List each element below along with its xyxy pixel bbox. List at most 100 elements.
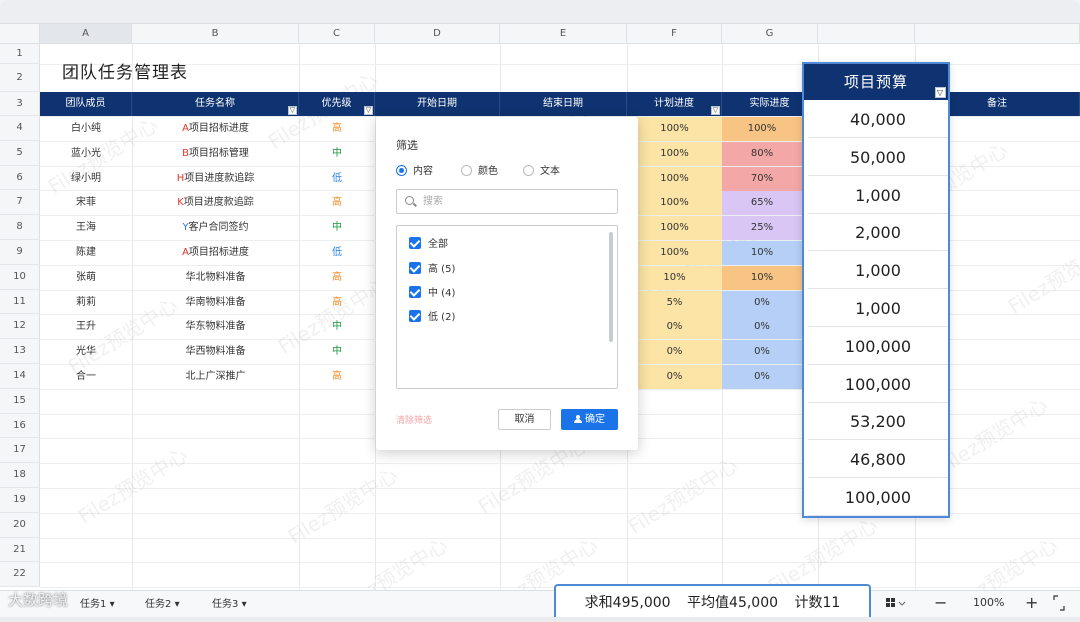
budget-cell[interactable]: 53,200 [808, 404, 948, 441]
cell-member[interactable]: 王海 [40, 216, 132, 240]
row-header[interactable]: 11 [0, 289, 40, 315]
col-header-d[interactable]: D [375, 24, 500, 44]
row-header[interactable]: 20 [0, 512, 40, 538]
row-header[interactable]: 17 [0, 438, 40, 464]
budget-cell[interactable]: 1,000 [808, 291, 948, 327]
row-header[interactable]: 2 [0, 64, 40, 92]
sheet-tab-2[interactable]: 任务2 ▾ [145, 596, 180, 614]
cell-priority[interactable]: 中 [299, 315, 375, 339]
filter-option-high[interactable]: 高 (5) [409, 262, 455, 276]
row-header[interactable]: 13 [0, 339, 40, 364]
cell-priority[interactable]: 低 [299, 167, 375, 191]
cell-priority[interactable]: 中 [299, 340, 375, 364]
cell-plan-progress[interactable]: 100% [627, 166, 722, 191]
sheet-tab-3[interactable]: 任务3 ▾ [212, 596, 247, 614]
filter-dropdown-icon[interactable]: ▽ [364, 106, 373, 115]
row-header[interactable]: 22 [0, 562, 40, 588]
select-all-corner[interactable] [0, 24, 40, 44]
cell-priority[interactable]: 低 [299, 241, 375, 265]
cell-plan-progress[interactable]: 0% [627, 340, 722, 365]
zoom-level[interactable]: 100% [973, 592, 1004, 614]
zoom-out-button[interactable]: − [934, 592, 947, 614]
cell-plan-progress[interactable]: 100% [627, 141, 722, 166]
cell-plan-progress[interactable]: 100% [627, 191, 722, 216]
cell-member[interactable]: 白小纯 [40, 117, 132, 141]
filter-option-all[interactable]: 全部 [409, 237, 448, 251]
cell-plan-progress[interactable]: 5% [627, 290, 722, 315]
cell-task[interactable]: A项目招标进度 [132, 117, 299, 141]
cell-member[interactable]: 王升 [40, 315, 132, 339]
cell-member[interactable]: 陈建 [40, 241, 132, 265]
cell-actual-progress[interactable]: 0% [722, 340, 802, 365]
col-header-c[interactable]: C [299, 24, 375, 44]
cell-task[interactable]: 华北物料准备 [132, 266, 299, 290]
cell-actual-progress[interactable]: 0% [722, 365, 802, 389]
clear-filter-link[interactable]: 清除筛选 [396, 413, 432, 426]
zoom-in-button[interactable]: + [1025, 592, 1038, 614]
row-header[interactable]: 6 [0, 165, 40, 191]
cell-priority[interactable]: 高 [299, 266, 375, 290]
cell-member[interactable]: 张萌 [40, 266, 132, 290]
cell-task[interactable]: K项目进度款追踪 [132, 191, 299, 215]
cell-actual-progress[interactable]: 65% [722, 191, 802, 216]
cell-actual-progress[interactable]: 0% [722, 315, 802, 340]
row-header[interactable]: 8 [0, 215, 40, 240]
cell-plan-progress[interactable]: 10% [627, 265, 722, 290]
row-header[interactable]: 14 [0, 364, 40, 389]
row-header[interactable]: 7 [0, 190, 40, 216]
sheet-tab-1[interactable]: 任务1 ▾ [80, 596, 115, 614]
cell-actual-progress[interactable]: 10% [722, 241, 802, 265]
cell-plan-progress[interactable]: 0% [627, 365, 722, 389]
cell-plan-progress[interactable]: 100% [627, 241, 722, 265]
view-mode-icon[interactable] [884, 592, 906, 622]
row-header[interactable]: 16 [0, 413, 40, 439]
filter-search-input[interactable]: 搜索 [396, 189, 618, 214]
cell-actual-progress[interactable]: 80% [722, 141, 802, 166]
budget-cell[interactable]: 100,000 [808, 480, 948, 516]
filter-option-low[interactable]: 低 (2) [409, 310, 455, 324]
budget-cell[interactable]: 40,000 [808, 102, 948, 138]
col-header-i[interactable] [915, 24, 1080, 44]
filter-dropdown-icon[interactable]: ▽ [711, 106, 720, 115]
cell-priority[interactable]: 高 [299, 291, 375, 315]
budget-cell[interactable]: 100,000 [808, 366, 948, 403]
row-header[interactable]: 18 [0, 463, 40, 488]
row-header[interactable]: 5 [0, 140, 40, 166]
cell-actual-progress[interactable]: 10% [722, 265, 802, 290]
budget-cell[interactable]: 1,000 [808, 177, 948, 214]
cell-actual-progress[interactable]: 0% [722, 290, 802, 315]
cell-member[interactable]: 光华 [40, 340, 132, 364]
cell-actual-progress[interactable]: 70% [722, 166, 802, 191]
col-header-f[interactable]: F [627, 24, 722, 44]
cell-priority[interactable]: 高 [299, 117, 375, 141]
cell-actual-progress[interactable]: 25% [722, 216, 802, 241]
budget-cell[interactable]: 100,000 [808, 328, 948, 365]
budget-cell[interactable]: 46,800 [808, 442, 948, 479]
row-header[interactable]: 12 [0, 314, 40, 340]
cell-priority[interactable]: 中 [299, 142, 375, 166]
radio-content[interactable]: 内容 [396, 165, 433, 179]
budget-cell[interactable]: 50,000 [808, 139, 948, 176]
cell-task[interactable]: H项目进度款追踪 [132, 167, 299, 191]
row-header[interactable]: 4 [0, 116, 40, 141]
filter-option-mid[interactable]: 中 (4) [409, 286, 455, 300]
row-header[interactable]: 9 [0, 240, 40, 265]
col-header-h[interactable] [818, 24, 915, 44]
list-scrollbar[interactable] [609, 232, 613, 342]
col-header-g[interactable]: G [722, 24, 818, 44]
cell-member[interactable]: 蓝小光 [40, 142, 132, 166]
cancel-button[interactable]: 取消 [498, 409, 551, 430]
cell-member[interactable]: 莉莉 [40, 291, 132, 315]
row-header[interactable]: 21 [0, 537, 40, 563]
filter-dropdown-icon[interactable]: ▽ [288, 106, 297, 115]
cell-plan-progress[interactable]: 100% [627, 216, 722, 241]
fit-screen-icon[interactable] [1052, 592, 1066, 622]
col-header-e[interactable]: E [500, 24, 627, 44]
cell-priority[interactable]: 中 [299, 216, 375, 240]
cell-member[interactable]: 绿小明 [40, 167, 132, 191]
row-header[interactable]: 1 [0, 44, 40, 64]
budget-cell[interactable]: 1,000 [808, 253, 948, 290]
radio-text[interactable]: 文本 [523, 165, 560, 179]
budget-cell[interactable]: 2,000 [808, 215, 948, 252]
cell-task[interactable]: 华东物料准备 [132, 315, 299, 339]
